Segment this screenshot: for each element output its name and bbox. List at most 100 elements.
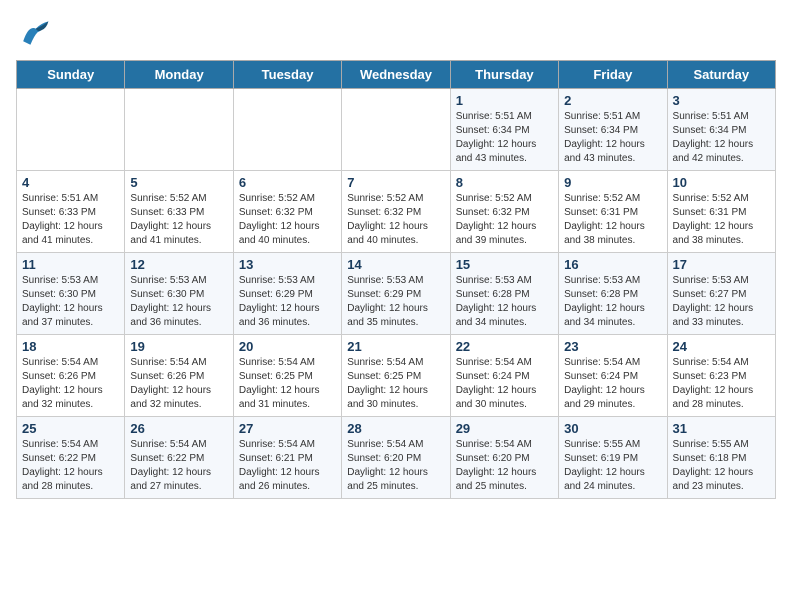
day-number: 27	[239, 421, 336, 436]
calendar-cell: 8 Sunrise: 5:52 AM Sunset: 6:32 PM Daylig…	[450, 171, 558, 253]
calendar-cell: 28 Sunrise: 5:54 AM Sunset: 6:20 PM Dayli…	[342, 417, 450, 499]
day-info: Sunrise: 5:54 AM Sunset: 6:26 PM Dayligh…	[130, 356, 227, 412]
day-header-tuesday: Tuesday	[233, 61, 341, 89]
day-info: Sunrise: 5:52 AM Sunset: 6:32 PM Dayligh…	[456, 192, 553, 248]
calendar-cell	[233, 89, 341, 171]
calendar-cell: 5 Sunrise: 5:52 AM Sunset: 6:33 PM Daylig…	[125, 171, 233, 253]
day-number: 18	[22, 339, 119, 354]
calendar-cell: 11 Sunrise: 5:53 AM Sunset: 6:30 PM Dayli…	[17, 253, 125, 335]
calendar-cell: 20 Sunrise: 5:54 AM Sunset: 6:25 PM Dayli…	[233, 335, 341, 417]
logo-icon	[16, 16, 52, 52]
days-header-row: SundayMondayTuesdayWednesdayThursdayFrid…	[17, 61, 776, 89]
day-info: Sunrise: 5:54 AM Sunset: 6:26 PM Dayligh…	[22, 356, 119, 412]
day-info: Sunrise: 5:54 AM Sunset: 6:25 PM Dayligh…	[239, 356, 336, 412]
day-number: 14	[347, 257, 444, 272]
day-number: 29	[456, 421, 553, 436]
day-info: Sunrise: 5:54 AM Sunset: 6:22 PM Dayligh…	[130, 438, 227, 494]
day-number: 23	[564, 339, 661, 354]
calendar-cell: 18 Sunrise: 5:54 AM Sunset: 6:26 PM Dayli…	[17, 335, 125, 417]
day-number: 8	[456, 175, 553, 190]
day-number: 15	[456, 257, 553, 272]
week-row-4: 18 Sunrise: 5:54 AM Sunset: 6:26 PM Dayli…	[17, 335, 776, 417]
week-row-5: 25 Sunrise: 5:54 AM Sunset: 6:22 PM Dayli…	[17, 417, 776, 499]
day-info: Sunrise: 5:52 AM Sunset: 6:33 PM Dayligh…	[130, 192, 227, 248]
day-number: 20	[239, 339, 336, 354]
day-info: Sunrise: 5:53 AM Sunset: 6:27 PM Dayligh…	[673, 274, 770, 330]
day-number: 12	[130, 257, 227, 272]
calendar-cell: 26 Sunrise: 5:54 AM Sunset: 6:22 PM Dayli…	[125, 417, 233, 499]
day-info: Sunrise: 5:54 AM Sunset: 6:20 PM Dayligh…	[456, 438, 553, 494]
page-header	[16, 16, 776, 52]
day-info: Sunrise: 5:51 AM Sunset: 6:34 PM Dayligh…	[673, 110, 770, 166]
day-number: 21	[347, 339, 444, 354]
calendar-cell: 4Sunrise: 5:51 AM Sunset: 6:33 PM Daylig…	[17, 171, 125, 253]
calendar-cell: 31 Sunrise: 5:55 AM Sunset: 6:18 PM Dayli…	[667, 417, 775, 499]
day-info: Sunrise: 5:52 AM Sunset: 6:31 PM Dayligh…	[564, 192, 661, 248]
calendar-cell: 1Sunrise: 5:51 AM Sunset: 6:34 PM Daylig…	[450, 89, 558, 171]
day-number: 2	[564, 93, 661, 108]
day-info: Sunrise: 5:55 AM Sunset: 6:18 PM Dayligh…	[673, 438, 770, 494]
day-number: 10	[673, 175, 770, 190]
day-header-saturday: Saturday	[667, 61, 775, 89]
calendar-cell: 10 Sunrise: 5:52 AM Sunset: 6:31 PM Dayli…	[667, 171, 775, 253]
day-info: Sunrise: 5:54 AM Sunset: 6:23 PM Dayligh…	[673, 356, 770, 412]
week-row-2: 4Sunrise: 5:51 AM Sunset: 6:33 PM Daylig…	[17, 171, 776, 253]
calendar-cell: 7Sunrise: 5:52 AM Sunset: 6:32 PM Daylig…	[342, 171, 450, 253]
day-number: 24	[673, 339, 770, 354]
calendar-cell: 12 Sunrise: 5:53 AM Sunset: 6:30 PM Dayli…	[125, 253, 233, 335]
calendar-cell: 14 Sunrise: 5:53 AM Sunset: 6:29 PM Dayli…	[342, 253, 450, 335]
day-info: Sunrise: 5:54 AM Sunset: 6:24 PM Dayligh…	[564, 356, 661, 412]
day-header-friday: Friday	[559, 61, 667, 89]
day-info: Sunrise: 5:53 AM Sunset: 6:28 PM Dayligh…	[564, 274, 661, 330]
day-number: 28	[347, 421, 444, 436]
calendar-cell: 15Sunrise: 5:53 AM Sunset: 6:28 PM Dayli…	[450, 253, 558, 335]
day-info: Sunrise: 5:53 AM Sunset: 6:29 PM Dayligh…	[239, 274, 336, 330]
day-number: 1	[456, 93, 553, 108]
day-number: 3	[673, 93, 770, 108]
calendar-cell: 25 Sunrise: 5:54 AM Sunset: 6:22 PM Dayli…	[17, 417, 125, 499]
day-number: 6	[239, 175, 336, 190]
day-number: 31	[673, 421, 770, 436]
day-number: 26	[130, 421, 227, 436]
calendar-cell: 19 Sunrise: 5:54 AM Sunset: 6:26 PM Dayli…	[125, 335, 233, 417]
day-info: Sunrise: 5:53 AM Sunset: 6:30 PM Dayligh…	[22, 274, 119, 330]
day-number: 5	[130, 175, 227, 190]
calendar-cell: 17 Sunrise: 5:53 AM Sunset: 6:27 PM Dayli…	[667, 253, 775, 335]
day-info: Sunrise: 5:52 AM Sunset: 6:31 PM Dayligh…	[673, 192, 770, 248]
week-row-1: 1 Sunrise: 5:51 AM Sunset: 6:34 PM Daylig…	[17, 89, 776, 171]
day-number: 17	[673, 257, 770, 272]
day-header-thursday: Thursday	[450, 61, 558, 89]
day-header-wednesday: Wednesday	[342, 61, 450, 89]
day-number: 30	[564, 421, 661, 436]
day-header-sunday: Sunday	[17, 61, 125, 89]
day-number: 4	[22, 175, 119, 190]
day-number: 13	[239, 257, 336, 272]
calendar-cell: 22Sunrise: 5:54 AM Sunset: 6:24 PM Dayli…	[450, 335, 558, 417]
day-info: Sunrise: 5:54 AM Sunset: 6:20 PM Dayligh…	[347, 438, 444, 494]
calendar-table: SundayMondayTuesdayWednesdayThursdayFrid…	[16, 60, 776, 499]
calendar-cell: 24 Sunrise: 5:54 AM Sunset: 6:23 PM Dayli…	[667, 335, 775, 417]
day-info: Sunrise: 5:54 AM Sunset: 6:21 PM Dayligh…	[239, 438, 336, 494]
day-info: Sunrise: 5:53 AM Sunset: 6:30 PM Dayligh…	[130, 274, 227, 330]
day-info: Sunrise: 5:54 AM Sunset: 6:24 PM Dayligh…	[456, 356, 553, 412]
calendar-cell	[17, 89, 125, 171]
calendar-cell: 21 Sunrise: 5:54 AM Sunset: 6:25 PM Dayli…	[342, 335, 450, 417]
day-info: Sunrise: 5:54 AM Sunset: 6:22 PM Dayligh…	[22, 438, 119, 494]
day-number: 7	[347, 175, 444, 190]
day-number: 19	[130, 339, 227, 354]
day-info: Sunrise: 5:53 AM Sunset: 6:29 PM Dayligh…	[347, 274, 444, 330]
logo	[16, 16, 56, 52]
day-header-monday: Monday	[125, 61, 233, 89]
calendar-cell: 13 Sunrise: 5:53 AM Sunset: 6:29 PM Dayli…	[233, 253, 341, 335]
calendar-cell	[125, 89, 233, 171]
day-info: Sunrise: 5:54 AM Sunset: 6:25 PM Dayligh…	[347, 356, 444, 412]
calendar-cell: 9Sunrise: 5:52 AM Sunset: 6:31 PM Daylig…	[559, 171, 667, 253]
day-number: 11	[22, 257, 119, 272]
calendar-cell: 27 Sunrise: 5:54 AM Sunset: 6:21 PM Dayli…	[233, 417, 341, 499]
day-info: Sunrise: 5:55 AM Sunset: 6:19 PM Dayligh…	[564, 438, 661, 494]
calendar-cell: 16Sunrise: 5:53 AM Sunset: 6:28 PM Dayli…	[559, 253, 667, 335]
day-number: 25	[22, 421, 119, 436]
day-info: Sunrise: 5:51 AM Sunset: 6:34 PM Dayligh…	[564, 110, 661, 166]
calendar-cell: 29 Sunrise: 5:54 AM Sunset: 6:20 PM Dayli…	[450, 417, 558, 499]
calendar-cell: 6Sunrise: 5:52 AM Sunset: 6:32 PM Daylig…	[233, 171, 341, 253]
